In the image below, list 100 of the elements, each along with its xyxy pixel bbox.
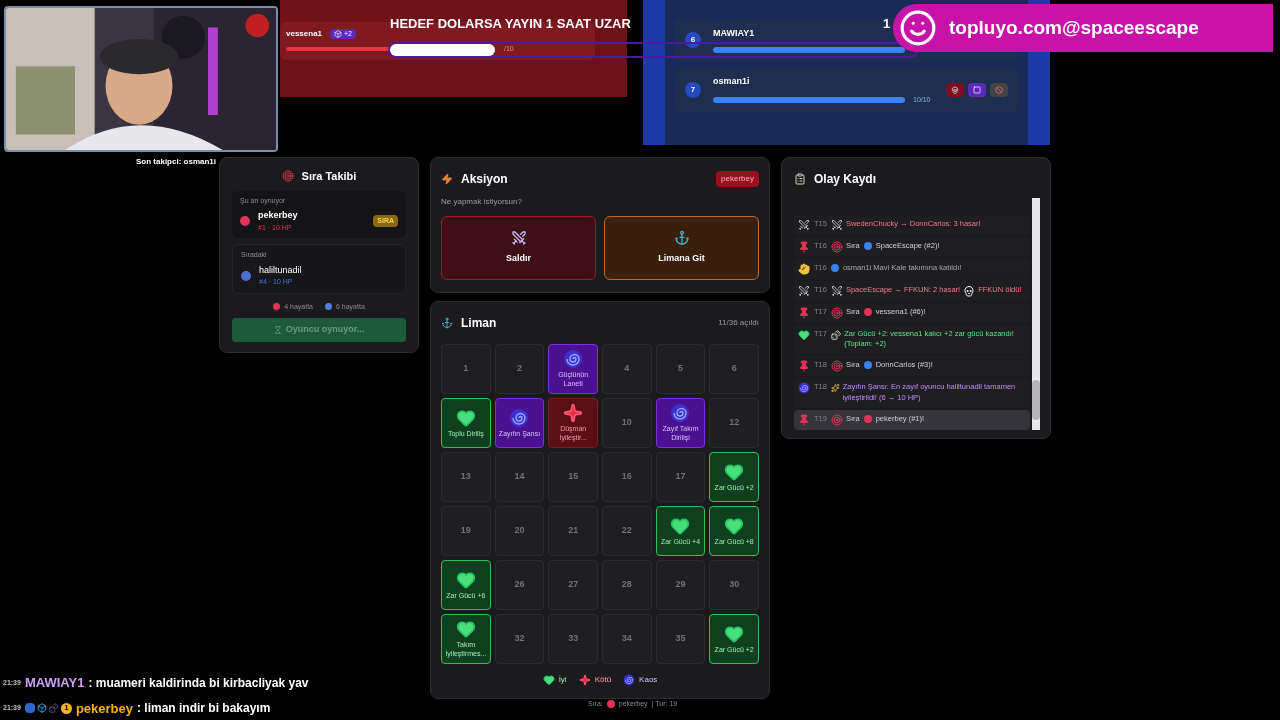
goal-counter: 1 bbox=[883, 15, 891, 33]
port-cell[interactable]: 33 bbox=[548, 614, 598, 664]
port-cell[interactable]: 1 bbox=[441, 344, 491, 394]
player-name: MAWIAY1 bbox=[713, 27, 756, 41]
chat-message: : liman indir bi bakayım bbox=[137, 700, 271, 718]
lightning-icon bbox=[441, 173, 453, 185]
port-cell[interactable]: 28 bbox=[602, 560, 652, 610]
player-tag: pekerbey bbox=[716, 171, 759, 187]
port-cell[interactable]: 14 bbox=[494, 452, 545, 502]
port-cell[interactable]: 26 bbox=[494, 560, 545, 610]
heart-icon bbox=[455, 569, 476, 590]
target-icon bbox=[830, 360, 843, 373]
legend-label: Kaos bbox=[639, 674, 658, 686]
goal-text: HEDEF DOLARSA YAYIN 1 SAAT UZAR bbox=[390, 15, 631, 33]
heart-icon bbox=[455, 407, 476, 428]
ban-icon bbox=[995, 86, 1003, 94]
chat-username: MAWIAY1 bbox=[24, 674, 85, 692]
heart-icon bbox=[798, 328, 810, 341]
heart-icon bbox=[724, 623, 745, 644]
attack-button[interactable]: Saldır bbox=[441, 216, 596, 280]
pin-icon bbox=[798, 306, 810, 319]
port-cell[interactable]: 10 bbox=[602, 398, 652, 448]
opened-count: 11/36 açıldı bbox=[718, 317, 759, 329]
player-name: haliltunadil bbox=[259, 263, 302, 277]
skull-icon bbox=[951, 86, 959, 94]
port-cell[interactable]: 16 bbox=[602, 452, 652, 502]
hand-icon bbox=[798, 262, 810, 275]
heart-icon bbox=[455, 619, 476, 640]
dice-icon bbox=[830, 328, 842, 341]
port-cell[interactable]: 30 bbox=[709, 560, 759, 610]
spark-icon bbox=[578, 674, 591, 686]
skull-icon bbox=[963, 284, 976, 297]
swords-icon bbox=[510, 230, 527, 247]
spiral-icon bbox=[670, 403, 691, 424]
swords-icon bbox=[830, 218, 843, 231]
target-icon bbox=[281, 170, 294, 183]
pin-icon bbox=[798, 414, 810, 426]
square-button[interactable] bbox=[968, 83, 986, 97]
rank-badge: 1 bbox=[60, 702, 72, 714]
heart-icon bbox=[670, 515, 691, 536]
sparkles-icon bbox=[830, 382, 840, 395]
chat-username: pekerbey bbox=[75, 699, 133, 718]
port-button[interactable]: Limana Git bbox=[604, 216, 759, 280]
target-icon bbox=[830, 306, 843, 319]
spark-icon bbox=[563, 403, 584, 424]
port-cell[interactable]: 27 bbox=[548, 560, 598, 610]
badge-icon bbox=[24, 703, 35, 714]
heart-icon bbox=[724, 515, 745, 536]
port-cell[interactable]: 13 bbox=[441, 452, 491, 502]
heart-icon bbox=[724, 461, 745, 482]
swords-icon bbox=[798, 284, 810, 297]
hourglass-icon bbox=[273, 326, 282, 334]
cube-icon bbox=[36, 703, 47, 714]
port-cell[interactable]: 35 bbox=[655, 614, 706, 664]
player-name: osman1i bbox=[713, 75, 751, 88]
prompt-text: Ne yapmak istiyorsun? bbox=[441, 196, 523, 208]
panel-title: Aksiyon bbox=[461, 171, 508, 188]
port-cell[interactable]: 22 bbox=[602, 506, 652, 556]
player-name: vessena1 bbox=[286, 28, 323, 40]
panel-title: Liman bbox=[461, 315, 497, 332]
port-cell[interactable]: 6 bbox=[709, 344, 759, 394]
square-icon bbox=[973, 86, 981, 94]
chat-message: : muameri kaldirinda bi kirbacliyak yav bbox=[88, 674, 309, 692]
swords-icon bbox=[830, 284, 843, 297]
target-icon bbox=[830, 240, 843, 253]
panel-title: Olay Kaydı bbox=[814, 171, 877, 188]
port-cell[interactable]: 29 bbox=[655, 560, 706, 610]
player-name: pekerbey bbox=[258, 209, 298, 222]
player-number: 7 bbox=[685, 82, 701, 98]
anchor-icon bbox=[441, 317, 453, 329]
spiral-icon bbox=[798, 382, 810, 395]
port-cell[interactable]: 15 bbox=[548, 452, 598, 502]
panel-title: Sıra Takibi bbox=[301, 169, 357, 184]
anchor-icon bbox=[673, 230, 690, 247]
port-cell[interactable]: 17 bbox=[655, 452, 706, 502]
port-cell[interactable]: 12 bbox=[709, 398, 759, 448]
smile-icon bbox=[899, 9, 937, 47]
port-cell[interactable]: 34 bbox=[602, 614, 652, 664]
banner-text: topluyo.com@spaceescape bbox=[949, 15, 1199, 40]
follower-text: Son takipci: osman1i bbox=[136, 156, 217, 168]
ban-button[interactable] bbox=[990, 83, 1008, 97]
legend-label: İyi bbox=[558, 674, 567, 686]
target-icon bbox=[830, 414, 843, 426]
legend-label: Kötü bbox=[594, 674, 612, 686]
spiral-icon bbox=[623, 674, 636, 686]
heart-icon bbox=[542, 674, 555, 686]
pin-icon bbox=[798, 360, 810, 373]
port-cell[interactable]: 32 bbox=[494, 614, 545, 664]
swords-icon bbox=[798, 218, 810, 231]
skull-button[interactable] bbox=[946, 83, 964, 97]
port-cell[interactable]: 21 bbox=[548, 506, 598, 556]
spiral-icon bbox=[509, 407, 530, 428]
port-cell[interactable]: 4 bbox=[602, 344, 652, 394]
cube-icon bbox=[334, 30, 343, 38]
pin-icon bbox=[798, 240, 810, 253]
port-cell[interactable]: 19 bbox=[441, 506, 491, 556]
port-cell[interactable]: 2 bbox=[494, 344, 545, 394]
port-cell[interactable]: 5 bbox=[655, 344, 706, 394]
dice-icon bbox=[48, 703, 59, 714]
port-cell[interactable]: 20 bbox=[494, 506, 545, 556]
